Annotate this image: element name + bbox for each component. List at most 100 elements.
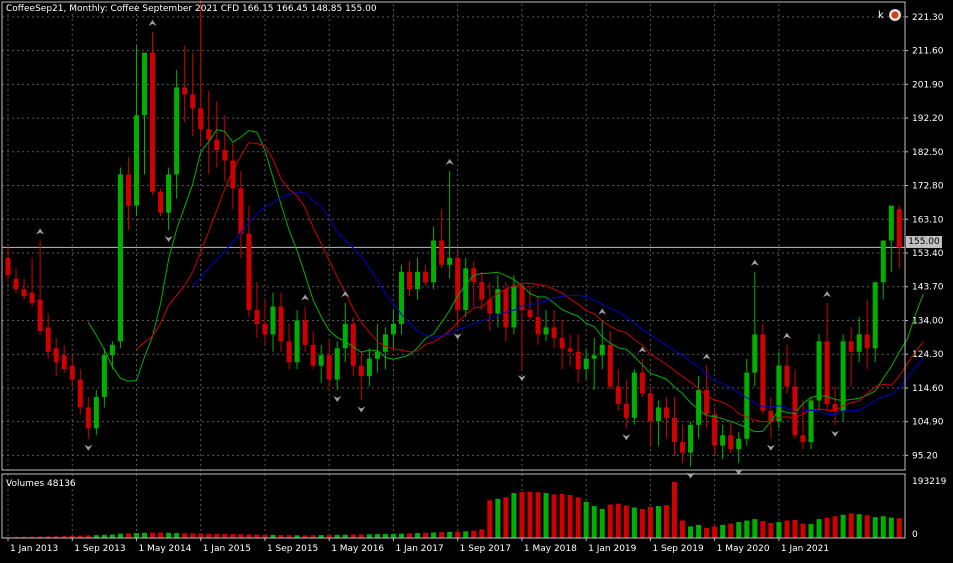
volume-bar <box>109 534 115 538</box>
volume-bar <box>455 531 461 538</box>
candle-body <box>238 188 244 234</box>
y-tick-label: 114.60 <box>912 384 944 394</box>
y-tick-label: 163.10 <box>912 215 944 225</box>
svg-text:k: k <box>878 10 884 21</box>
volume-bar <box>688 526 694 538</box>
candle-body <box>527 310 533 317</box>
volume-bar <box>535 492 541 538</box>
candle-body <box>880 240 886 283</box>
candle-body <box>535 316 541 335</box>
candle-body <box>559 337 565 349</box>
volume-bar <box>423 532 429 538</box>
y-tick-label: 104.90 <box>912 418 944 428</box>
volume-bar <box>824 517 830 538</box>
volume-bar <box>527 491 533 538</box>
volume-bar <box>832 516 838 538</box>
volume-bar <box>800 523 806 538</box>
candle-body <box>278 306 284 342</box>
candle-body <box>688 424 694 453</box>
volume-bar <box>431 532 437 538</box>
volume-bar <box>896 518 902 538</box>
x-tick-label: 1 Sep 2015 <box>267 544 318 554</box>
volume-bar <box>615 503 621 538</box>
volume-bar <box>848 513 854 538</box>
volume-bar <box>591 506 597 538</box>
candle-body <box>543 327 549 335</box>
candle-body <box>824 341 830 404</box>
candle-body <box>45 327 51 352</box>
y-tick-label: 201.90 <box>912 80 944 90</box>
candle-body <box>607 344 613 387</box>
volume-bar <box>150 532 156 538</box>
chart-window[interactable]: 221.30 211.60 201.90 192.20 182.50 172.80 163.… <box>0 0 953 559</box>
y-tick-label: 95.20 <box>912 451 938 461</box>
candlestick-chart[interactable]: 221.30 211.60 201.90 192.20 182.50 172.80 163.… <box>0 0 953 559</box>
candle-body <box>872 282 878 349</box>
volume-bar <box>647 506 653 538</box>
candle-body <box>615 386 621 404</box>
candle-body <box>142 52 148 116</box>
candle-body <box>856 334 862 352</box>
volume-bar <box>880 516 886 538</box>
candle-body <box>133 115 139 206</box>
candle-body <box>439 240 445 265</box>
volume-bar <box>736 522 742 538</box>
candle-body <box>85 407 91 429</box>
candle-body <box>109 344 115 356</box>
candle-body <box>551 327 557 338</box>
candle-body <box>752 334 758 373</box>
volume-bar <box>744 520 750 538</box>
y-tick-label: 124.30 <box>912 350 944 360</box>
volume-bar <box>117 533 123 538</box>
volume-bar <box>174 533 180 538</box>
candle-body <box>158 191 164 213</box>
candle-body <box>623 403 629 418</box>
candle-body <box>150 52 156 192</box>
x-tick-label: 1 Jan 2017 <box>395 544 443 554</box>
y-tick-label: 172.80 <box>912 182 944 192</box>
candle-body <box>680 442 686 453</box>
candle-body <box>286 341 292 363</box>
volume-bar <box>864 515 870 538</box>
candle-body <box>431 240 437 283</box>
volume-bar <box>407 533 412 538</box>
candle-body <box>246 233 252 311</box>
volume-bar <box>623 505 629 538</box>
volume-bar <box>712 526 718 538</box>
volume-bar <box>680 520 686 538</box>
candle-body <box>583 358 589 370</box>
candle-body <box>302 320 308 345</box>
volume-bar <box>671 481 677 538</box>
candle-body <box>575 351 581 370</box>
volume-bar <box>125 533 131 538</box>
volume-bar <box>230 534 236 538</box>
volume-bar <box>511 493 517 538</box>
candle-body <box>5 257 11 276</box>
volume-bar <box>720 524 726 538</box>
volume-bar <box>816 519 822 538</box>
y-tick-label: 143.70 <box>912 283 944 293</box>
current-price-tag: 155.00 <box>906 236 942 248</box>
candle-body <box>503 289 509 328</box>
volume-bar <box>206 533 212 538</box>
volume-bar <box>856 514 862 538</box>
candle-body <box>270 306 276 335</box>
volume-bar <box>888 517 894 538</box>
candle-body <box>784 365 790 387</box>
volume-bar <box>792 520 798 538</box>
candle-body <box>69 365 75 380</box>
volume-bar <box>342 534 348 538</box>
x-tick-label: 1 May 2016 <box>331 544 384 554</box>
candle-body <box>423 271 429 283</box>
volume-bar <box>768 522 774 538</box>
volume-bar <box>704 527 710 538</box>
candle-body <box>13 278 19 290</box>
autotrading-icon[interactable]: k <box>876 5 904 23</box>
candle-body <box>800 435 806 443</box>
candle-body <box>318 355 324 366</box>
volume-bar <box>631 507 637 538</box>
volume-bar <box>840 514 846 538</box>
volume-bar <box>158 532 164 538</box>
candle-body <box>728 435 734 450</box>
candle-body <box>125 174 131 206</box>
